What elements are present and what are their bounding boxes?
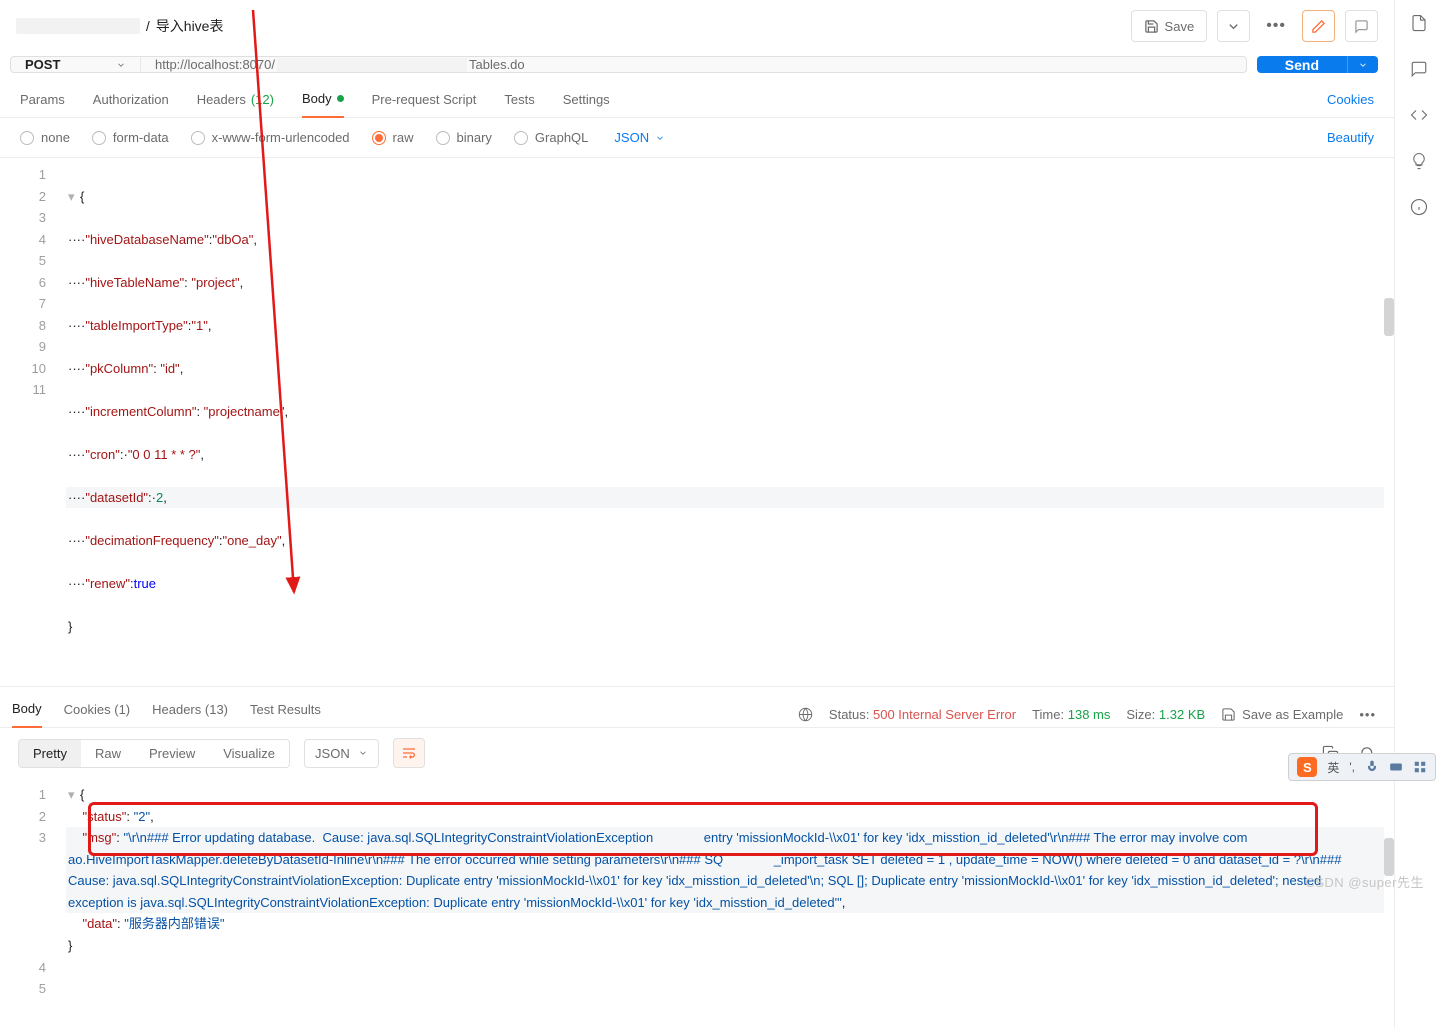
chevron-down-icon bbox=[358, 748, 368, 758]
tab-settings[interactable]: Settings bbox=[563, 92, 610, 117]
pencil-icon bbox=[1311, 19, 1326, 34]
scrollbar[interactable] bbox=[1384, 838, 1394, 876]
request-title: 导入hive表 bbox=[156, 16, 224, 36]
body-lang-select[interactable]: JSON bbox=[614, 130, 665, 145]
tab-body[interactable]: Body bbox=[302, 91, 344, 118]
grid-icon[interactable] bbox=[1413, 760, 1427, 774]
body-type-binary[interactable]: binary bbox=[436, 130, 492, 145]
watermark: CSDN @super先生 bbox=[1305, 872, 1424, 891]
more-actions-button[interactable]: ••• bbox=[1260, 17, 1292, 35]
save-label: Save bbox=[1165, 19, 1195, 34]
breadcrumb: / 导入hive表 bbox=[16, 16, 1121, 36]
tab-tests[interactable]: Tests bbox=[504, 92, 534, 117]
ime-lang[interactable]: 英 bbox=[1327, 759, 1339, 776]
save-dropdown-button[interactable] bbox=[1217, 10, 1250, 42]
beautify-link[interactable]: Beautify bbox=[1327, 130, 1374, 145]
edit-button[interactable] bbox=[1302, 10, 1335, 42]
view-mode-segment: Pretty Raw Preview Visualize bbox=[18, 739, 290, 768]
breadcrumb-sep: / bbox=[146, 18, 150, 34]
request-body-editor[interactable]: 1234567891011 ▾{ ····"hiveDatabaseName":… bbox=[0, 158, 1394, 687]
save-icon bbox=[1221, 707, 1236, 722]
comment-button[interactable] bbox=[1345, 10, 1378, 42]
size-meta: Size: 1.32 KB bbox=[1126, 707, 1205, 722]
globe-icon[interactable] bbox=[798, 707, 813, 722]
chevron-down-icon bbox=[1226, 19, 1241, 34]
response-body-editor[interactable]: 123 45 ▾{ "status": "2", "msg": "\r\n###… bbox=[0, 778, 1394, 1028]
comments-icon[interactable] bbox=[1410, 60, 1428, 78]
radio-icon bbox=[514, 131, 528, 145]
chevron-down-icon bbox=[116, 60, 126, 70]
body-type-form-data[interactable]: form-data bbox=[92, 130, 169, 145]
url-redacted bbox=[277, 58, 467, 72]
tab-params[interactable]: Params bbox=[20, 92, 65, 117]
ime-punct[interactable]: ', bbox=[1349, 760, 1355, 774]
view-mode-visualize[interactable]: Visualize bbox=[209, 740, 289, 767]
docs-icon[interactable] bbox=[1410, 14, 1428, 32]
breadcrumb-collection bbox=[16, 18, 140, 34]
chevron-down-icon bbox=[655, 133, 665, 143]
save-button[interactable]: Save bbox=[1131, 10, 1208, 42]
time-meta: Time: 138 ms bbox=[1032, 707, 1110, 722]
mic-icon[interactable] bbox=[1365, 760, 1379, 774]
body-type-raw[interactable]: raw bbox=[372, 130, 414, 145]
radio-icon bbox=[20, 131, 34, 145]
method-select[interactable]: POST bbox=[11, 57, 141, 72]
url-prefix: http://localhost:8070/ bbox=[155, 57, 275, 72]
wrap-icon bbox=[401, 745, 417, 761]
scrollbar[interactable] bbox=[1384, 298, 1394, 336]
dot-indicator-icon bbox=[337, 95, 344, 102]
view-mode-raw[interactable]: Raw bbox=[81, 740, 135, 767]
keyboard-icon[interactable] bbox=[1389, 760, 1403, 774]
tab-headers[interactable]: Headers (12) bbox=[197, 92, 274, 117]
info-icon[interactable] bbox=[1410, 198, 1428, 216]
resp-more-button[interactable]: ••• bbox=[1359, 707, 1376, 722]
save-as-example-button[interactable]: Save as Example bbox=[1221, 707, 1343, 722]
send-dropdown-button[interactable] bbox=[1347, 56, 1378, 73]
line-gutter: 123 45 bbox=[0, 778, 56, 1028]
line-gutter: 1234567891011 bbox=[0, 158, 56, 686]
url-suffix: Tables.do bbox=[469, 57, 525, 72]
radio-icon bbox=[92, 131, 106, 145]
body-type-graphql[interactable]: GraphQL bbox=[514, 130, 588, 145]
save-icon bbox=[1144, 19, 1159, 34]
resp-tab-cookies[interactable]: Cookies (1) bbox=[64, 702, 130, 727]
tab-prerequest[interactable]: Pre-request Script bbox=[372, 92, 477, 117]
chevron-down-icon bbox=[1358, 60, 1368, 70]
cookies-link[interactable]: Cookies bbox=[1327, 92, 1374, 117]
comment-icon bbox=[1354, 19, 1369, 34]
bulb-icon[interactable] bbox=[1410, 152, 1428, 170]
body-type-none[interactable]: none bbox=[20, 130, 70, 145]
resp-tab-headers[interactable]: Headers (13) bbox=[152, 702, 228, 727]
line-wrap-button[interactable] bbox=[393, 738, 425, 768]
view-mode-pretty[interactable]: Pretty bbox=[19, 740, 81, 767]
code-icon[interactable] bbox=[1410, 106, 1428, 124]
body-type-x-www[interactable]: x-www-form-urlencoded bbox=[191, 130, 350, 145]
ime-toolbar[interactable]: S 英 ', bbox=[1288, 753, 1436, 781]
radio-icon bbox=[436, 131, 450, 145]
tab-authorization[interactable]: Authorization bbox=[93, 92, 169, 117]
url-input[interactable]: http://localhost:8070/ Tables.do bbox=[141, 57, 1246, 72]
radio-icon bbox=[191, 131, 205, 145]
request-bar: POST http://localhost:8070/ Tables.do bbox=[10, 56, 1247, 73]
status-meta: Status: 500 Internal Server Error bbox=[829, 707, 1016, 722]
send-button[interactable]: Send bbox=[1257, 56, 1347, 73]
resp-tab-body[interactable]: Body bbox=[12, 701, 42, 728]
method-label: POST bbox=[25, 57, 60, 72]
resp-tab-test-results[interactable]: Test Results bbox=[250, 702, 321, 727]
response-lang-select[interactable]: JSON bbox=[304, 739, 379, 768]
ime-logo-icon: S bbox=[1297, 757, 1317, 777]
radio-checked-icon bbox=[372, 131, 386, 145]
view-mode-preview[interactable]: Preview bbox=[135, 740, 209, 767]
